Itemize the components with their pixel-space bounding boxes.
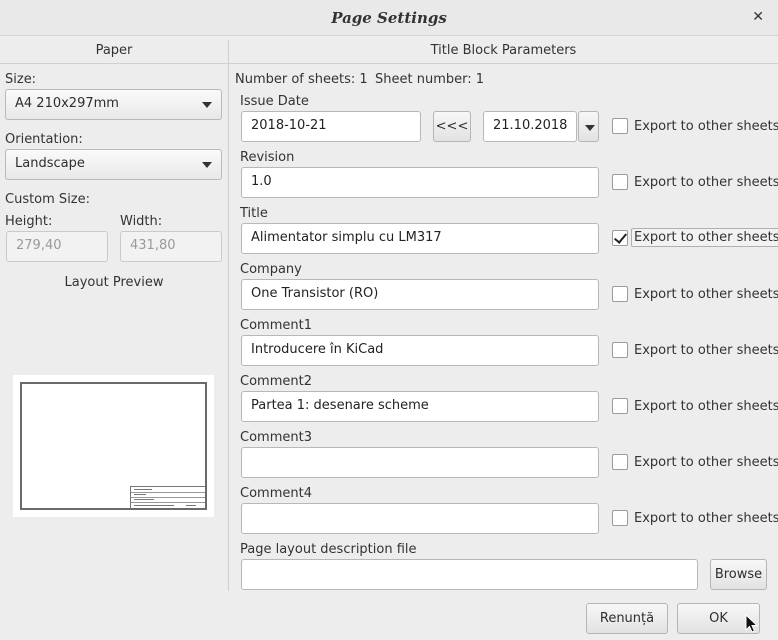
window-title: Page Settings bbox=[331, 9, 447, 27]
comment2-input[interactable]: Partea 1: desenare scheme bbox=[241, 391, 599, 422]
paper-size-dropdown[interactable]: A4 210x297mm bbox=[5, 89, 222, 120]
divider bbox=[0, 63, 228, 64]
custom-size-label: Custom Size: bbox=[5, 192, 91, 207]
layout-preview bbox=[13, 375, 214, 517]
number-of-sheets: Number of sheets: 1 bbox=[235, 72, 368, 87]
width-input[interactable]: 431,80 bbox=[120, 231, 222, 262]
height-label: Height: bbox=[5, 214, 53, 229]
orientation-dropdown[interactable]: Landscape bbox=[5, 149, 222, 180]
export-company-checkbox[interactable] bbox=[612, 286, 628, 302]
comment1-label: Comment1 bbox=[240, 318, 312, 333]
comment3-label: Comment3 bbox=[240, 430, 312, 445]
issue-date-input[interactable]: 2018-10-21 bbox=[241, 111, 421, 142]
browse-button[interactable]: Browse bbox=[710, 559, 767, 590]
company-label: Company bbox=[240, 262, 302, 277]
export-revision-label[interactable]: Export to other sheets bbox=[634, 175, 778, 190]
layout-file-input[interactable] bbox=[241, 559, 698, 590]
paper-size-value: A4 210x297mm bbox=[15, 96, 119, 111]
export-comment3-checkbox[interactable] bbox=[612, 454, 628, 470]
sheet-border bbox=[20, 382, 207, 510]
export-comment1-checkbox[interactable] bbox=[612, 342, 628, 358]
comment4-label: Comment4 bbox=[240, 486, 312, 501]
comment3-input[interactable] bbox=[241, 447, 599, 478]
export-comment1-label[interactable]: Export to other sheets bbox=[634, 343, 778, 358]
title-block-preview bbox=[130, 486, 205, 508]
chevron-down-icon bbox=[202, 102, 212, 108]
copy-date-button[interactable]: <<< bbox=[433, 111, 471, 142]
orientation-value: Landscape bbox=[15, 156, 85, 171]
section-divider bbox=[228, 40, 229, 591]
company-input[interactable]: One Transistor (RO) bbox=[241, 279, 599, 310]
date-picker-button[interactable] bbox=[578, 111, 599, 142]
paper-heading: Paper bbox=[95, 43, 133, 58]
export-comment4-checkbox[interactable] bbox=[612, 510, 628, 526]
close-icon[interactable]: ✕ bbox=[752, 9, 764, 25]
revision-label: Revision bbox=[240, 150, 295, 165]
mouse-cursor-icon bbox=[745, 614, 759, 633]
comment1-input[interactable]: Introducere în KiCad bbox=[241, 335, 599, 366]
export-title-checkbox[interactable] bbox=[612, 230, 628, 246]
orientation-label: Orientation: bbox=[5, 132, 83, 147]
divider bbox=[229, 63, 778, 64]
export-company-label[interactable]: Export to other sheets bbox=[634, 287, 778, 302]
issue-date-label: Issue Date bbox=[240, 94, 309, 109]
chevron-down-icon bbox=[585, 125, 595, 131]
sheet-number: Sheet number: 1 bbox=[375, 72, 485, 87]
export-comment4-label[interactable]: Export to other sheets bbox=[634, 511, 778, 526]
width-label: Width: bbox=[120, 214, 163, 229]
export-issue-date-label[interactable]: Export to other sheets bbox=[634, 119, 778, 134]
export-revision-checkbox[interactable] bbox=[612, 174, 628, 190]
chevron-down-icon bbox=[202, 162, 212, 168]
export-comment2-checkbox[interactable] bbox=[612, 398, 628, 414]
height-input[interactable]: 279,40 bbox=[6, 231, 108, 262]
title-label: Title bbox=[240, 206, 268, 221]
export-issue-date-checkbox[interactable] bbox=[612, 118, 628, 134]
comment2-label: Comment2 bbox=[240, 374, 312, 389]
layout-preview-label: Layout Preview bbox=[64, 275, 164, 290]
title-bar: Page Settings ✕ bbox=[0, 0, 778, 36]
title-block-heading: Title Block Parameters bbox=[430, 43, 577, 58]
export-comment2-label[interactable]: Export to other sheets bbox=[634, 399, 778, 414]
title-input[interactable]: Alimentator simplu cu LM317 bbox=[241, 223, 599, 254]
comment4-input[interactable] bbox=[241, 503, 599, 534]
export-title-label[interactable]: Export to other sheets bbox=[631, 228, 778, 247]
size-label: Size: bbox=[5, 72, 37, 87]
layout-file-label: Page layout description file bbox=[240, 542, 417, 557]
cancel-button[interactable]: Renunță bbox=[586, 603, 668, 634]
revision-input[interactable]: 1.0 bbox=[241, 167, 599, 198]
date-picker-input[interactable]: 21.10.2018 bbox=[483, 111, 577, 142]
export-comment3-label[interactable]: Export to other sheets bbox=[634, 455, 778, 470]
